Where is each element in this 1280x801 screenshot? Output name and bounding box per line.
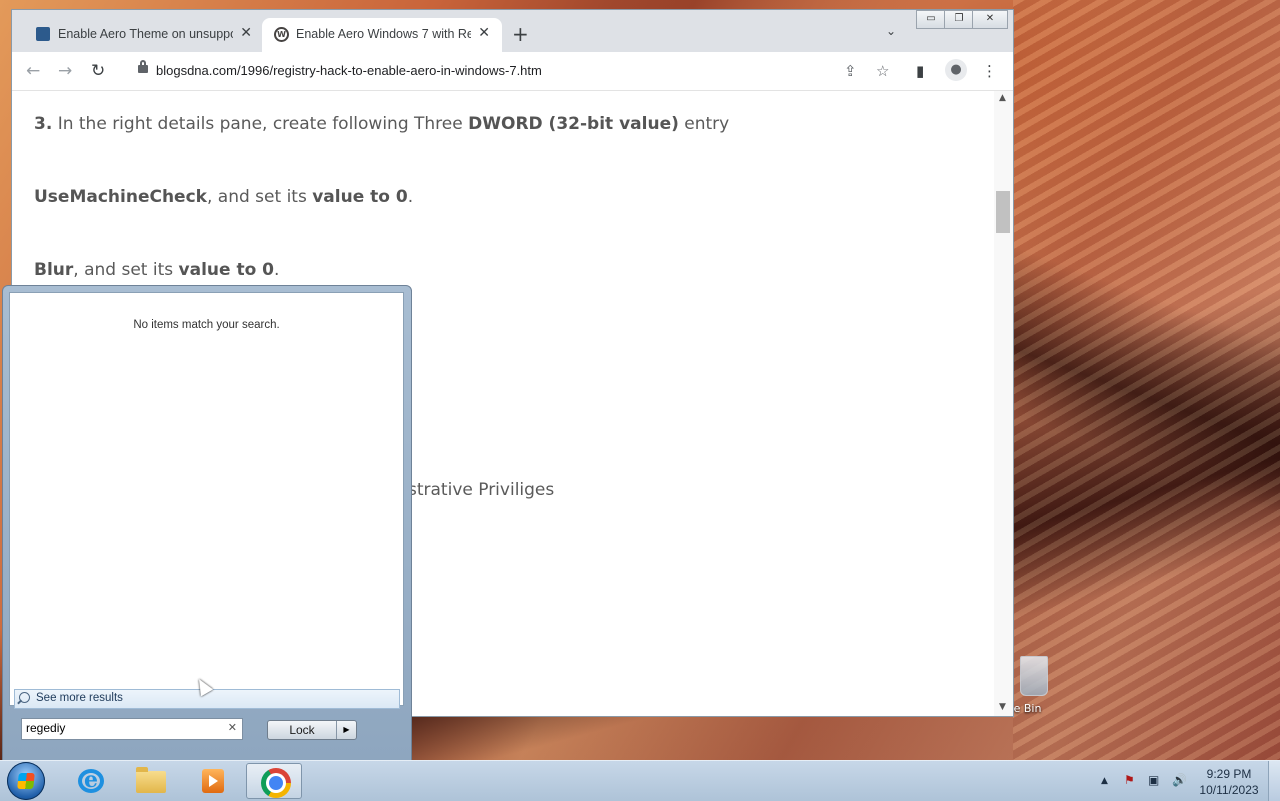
clear-search-icon[interactable]: ✕ xyxy=(228,721,237,734)
step-3-paragraph: 3. In the right details pane, create fol… xyxy=(34,114,729,134)
tab-enable-aero-registry[interactable]: W Enable Aero Windows 7 with Reg ✕ xyxy=(262,18,502,52)
start-search-input[interactable] xyxy=(22,719,216,737)
step-number: 3. xyxy=(34,114,53,134)
usemachinecheck-paragraph: UseMachineCheck, and set its value to 0. xyxy=(34,187,413,207)
tab-enable-aero-theme[interactable]: Enable Aero Theme on unsuppor ✕ xyxy=(24,18,264,52)
tab-favicon-icon xyxy=(36,27,50,41)
media-player-icon xyxy=(202,769,224,793)
restore-button[interactable]: ❐ xyxy=(944,10,974,29)
chrome-icon xyxy=(261,768,291,798)
tab-strip: Enable Aero Theme on unsuppor ✕ W Enable… xyxy=(12,10,1013,52)
entry-text: , and set its xyxy=(206,187,313,207)
taskbar-explorer[interactable] xyxy=(122,763,178,799)
step-text-end: entry xyxy=(678,114,730,134)
entry-end: . xyxy=(274,260,280,280)
browser-toolbar: ← → ↻ blogsdna.com/1996/registry-hack-to… xyxy=(12,52,1013,91)
url-text: blogsdna.com/1996/registry-hack-to-enabl… xyxy=(156,63,542,78)
minimize-button[interactable]: ▭ xyxy=(916,10,946,29)
forward-button[interactable]: → xyxy=(58,61,72,81)
tab-title: Enable Aero Windows 7 with Reg xyxy=(296,27,471,41)
partial-heading: strative Priviliges xyxy=(408,480,555,500)
lock-label: Lock xyxy=(289,723,315,737)
menu-kebab-icon[interactable]: ⋮ xyxy=(982,62,997,80)
step-bold: DWORD (32-bit value) xyxy=(468,114,679,134)
internet-explorer-icon xyxy=(78,767,104,793)
tab-title: Enable Aero Theme on unsuppor xyxy=(58,27,233,41)
side-panel-icon[interactable]: ▮ xyxy=(916,62,924,80)
no-results-message: No items match your search. xyxy=(133,319,280,331)
page-scrollbar[interactable]: ▲ ▼ xyxy=(994,91,1013,716)
volume-icon[interactable]: 🔊 xyxy=(1172,773,1187,787)
start-menu-bottom: ✕ Lock ▶ xyxy=(3,706,411,761)
reload-button[interactable]: ↻ xyxy=(91,61,105,81)
start-search-box[interactable]: ✕ xyxy=(21,718,243,740)
clock-time: 9:29 PM xyxy=(1206,767,1252,781)
recycle-bin-label: le Bin xyxy=(1010,702,1042,715)
show-hidden-icons-button[interactable]: ▲ xyxy=(1101,776,1108,786)
entry-value: value to 0 xyxy=(178,260,274,280)
profile-avatar-icon[interactable]: ● xyxy=(945,59,967,81)
entry-value: value to 0 xyxy=(312,187,408,207)
lock-icon xyxy=(138,60,148,73)
bookmark-star-icon[interactable]: ☆ xyxy=(876,62,889,80)
new-tab-button[interactable]: + xyxy=(512,22,529,46)
step-text: In the right details pane, create follow… xyxy=(52,114,469,134)
see-more-label: See more results xyxy=(36,692,123,704)
system-clock[interactable]: 9:29 PM 10/11/2023 xyxy=(1196,766,1262,798)
tab-close-icon[interactable]: ✕ xyxy=(478,25,490,41)
taskbar-internet-explorer[interactable] xyxy=(62,763,118,799)
action-center-flag-icon[interactable]: ⚑ xyxy=(1124,773,1135,787)
wordpress-icon: W xyxy=(274,27,289,42)
clock-date: 10/11/2023 xyxy=(1199,783,1259,797)
lock-button[interactable]: Lock ▶ xyxy=(267,720,357,740)
network-icon[interactable]: ▣ xyxy=(1148,773,1159,787)
close-window-button[interactable]: ✕ xyxy=(972,10,1008,29)
share-icon[interactable]: ⇪ xyxy=(844,62,857,80)
taskbar-chrome[interactable] xyxy=(246,763,302,799)
scroll-thumb[interactable] xyxy=(996,191,1010,233)
shutdown-options-arrow-icon[interactable]: ▶ xyxy=(336,721,356,739)
entry-text: , and set its xyxy=(73,260,179,280)
blur-paragraph: Blur, and set its value to 0. xyxy=(34,260,279,280)
tab-close-icon[interactable]: ✕ xyxy=(240,25,252,41)
taskbar: ▲ ⚑ ▣ 🔊 9:29 PM 10/11/2023 xyxy=(0,760,1280,801)
scroll-down-icon[interactable]: ▼ xyxy=(999,702,1006,712)
back-button[interactable]: ← xyxy=(26,61,40,81)
address-bar[interactable]: blogsdna.com/1996/registry-hack-to-enabl… xyxy=(124,56,904,86)
search-icon xyxy=(19,692,30,703)
search-results-panel: No items match your search. See more res… xyxy=(9,292,404,709)
tab-search-icon[interactable]: ⌄ xyxy=(886,24,896,38)
start-button[interactable] xyxy=(7,762,45,800)
entry-name: UseMachineCheck xyxy=(34,187,207,207)
bin-graphic xyxy=(1020,656,1048,696)
scroll-up-icon[interactable]: ▲ xyxy=(999,93,1006,103)
entry-name: Blur xyxy=(34,260,74,280)
folder-icon xyxy=(136,767,166,793)
taskbar-media-player[interactable] xyxy=(184,763,240,799)
entry-end: . xyxy=(407,187,414,207)
show-desktop-button[interactable] xyxy=(1268,761,1280,801)
